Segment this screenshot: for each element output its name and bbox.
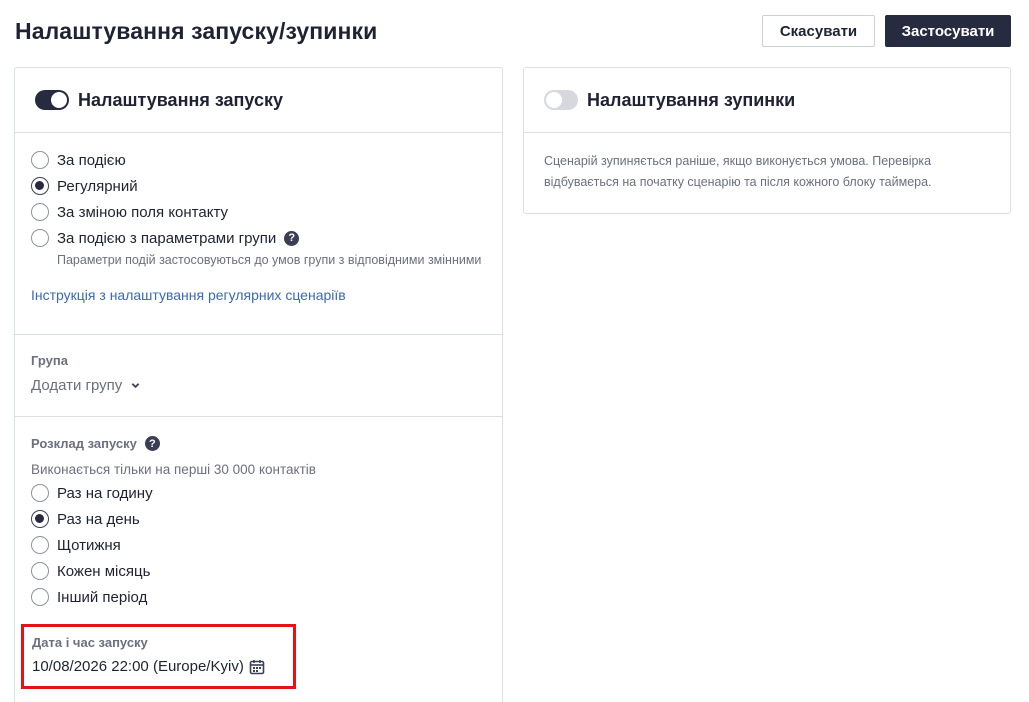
radio-button[interactable] [31, 229, 49, 247]
radio-button[interactable] [31, 562, 49, 580]
launch-datetime-field: Дата і час запуску 10/08/2026 22:00 (Eur… [21, 624, 296, 689]
instruction-link[interactable]: Інструкція з налаштування регулярних сце… [31, 287, 346, 303]
add-group-placeholder: Додати групу [31, 377, 123, 394]
trigger-option-event[interactable]: За подією [31, 147, 486, 173]
add-group-dropdown[interactable]: Додати групу [31, 377, 486, 394]
help-icon[interactable]: ? [284, 230, 300, 246]
radio-label: Раз на день [57, 510, 140, 528]
toggle-knob [546, 92, 562, 108]
launch-datetime-label: Дата і час запуску [32, 635, 148, 650]
stop-settings-card: Налаштування зупинки Сценарій зупиняєтьс… [523, 67, 1011, 214]
chevron-down-icon [132, 383, 140, 389]
schedule-option-monthly[interactable]: Кожен місяць [31, 558, 486, 584]
schedule-label: Розклад запуску [31, 436, 137, 451]
radio-button[interactable] [31, 588, 49, 606]
radio-button[interactable] [31, 484, 49, 502]
apply-button[interactable]: Застосувати [885, 15, 1011, 47]
launch-toggle[interactable] [35, 90, 69, 110]
schedule-option-weekly[interactable]: Щотижня [31, 532, 486, 558]
radio-button-checked[interactable] [31, 177, 49, 195]
page-title: Налаштування запуску/зупинки [15, 18, 378, 44]
radio-label: Щотижня [57, 536, 121, 554]
schedule-option-other[interactable]: Інший період [31, 584, 486, 610]
radio-button-checked[interactable] [31, 510, 49, 528]
launch-datetime-value: 10/08/2026 22:00 (Europe/Kyiv) [32, 658, 244, 675]
stop-settings-header: Налаштування зупинки [524, 68, 1010, 133]
stop-settings-title: Налаштування зупинки [587, 89, 796, 110]
cancel-button[interactable]: Скасувати [762, 15, 875, 47]
schedule-label-row: Розклад запуску ? [31, 436, 486, 451]
radio-label: За зміною поля контакту [57, 203, 228, 221]
schedule-option-daily[interactable]: Раз на день [31, 506, 486, 532]
trigger-option-regular[interactable]: Регулярний [31, 173, 486, 199]
radio-button[interactable] [31, 536, 49, 554]
calendar-icon[interactable] [249, 659, 265, 675]
toggle-knob [51, 92, 67, 108]
radio-button[interactable] [31, 151, 49, 169]
radio-label: Інший період [57, 588, 148, 606]
launch-settings-card: Налаштування запуску За подією Регулярни… [14, 67, 503, 702]
radio-label: Раз на годину [57, 484, 153, 502]
radio-label: Кожен місяць [57, 562, 151, 580]
radio-label: За подією з параметрами групи [57, 229, 277, 247]
stop-description: Сценарій зупиняється раніше, якщо викону… [544, 154, 932, 189]
help-icon[interactable]: ? [144, 436, 160, 451]
group-label: Група [31, 353, 68, 368]
group-params-note: Параметри подій застосовуються до умов г… [57, 253, 482, 267]
schedule-section: Розклад запуску ? Виконається тільки на … [15, 417, 502, 627]
header-actions: Скасувати Застосувати [762, 15, 1011, 47]
radio-label: Регулярний [57, 177, 138, 195]
launch-datetime-picker[interactable]: 10/08/2026 22:00 (Europe/Kyiv) [32, 658, 293, 675]
schedule-note: Виконається тільки на перші 30 000 конта… [31, 462, 316, 477]
launch-settings-header: Налаштування запуску [15, 68, 502, 133]
trigger-option-group-event[interactable]: За подією з параметрами групи ? [31, 225, 486, 251]
stop-toggle[interactable] [544, 90, 578, 110]
launch-settings-title: Налаштування запуску [78, 89, 284, 110]
trigger-section: За подією Регулярний За зміною поля конт… [15, 133, 502, 335]
radio-button[interactable] [31, 203, 49, 221]
schedule-option-hourly[interactable]: Раз на годину [31, 480, 486, 506]
radio-label: За подією [57, 151, 126, 169]
trigger-option-contact-field[interactable]: За зміною поля контакту [31, 199, 486, 225]
group-section: Група Додати групу [15, 335, 502, 417]
